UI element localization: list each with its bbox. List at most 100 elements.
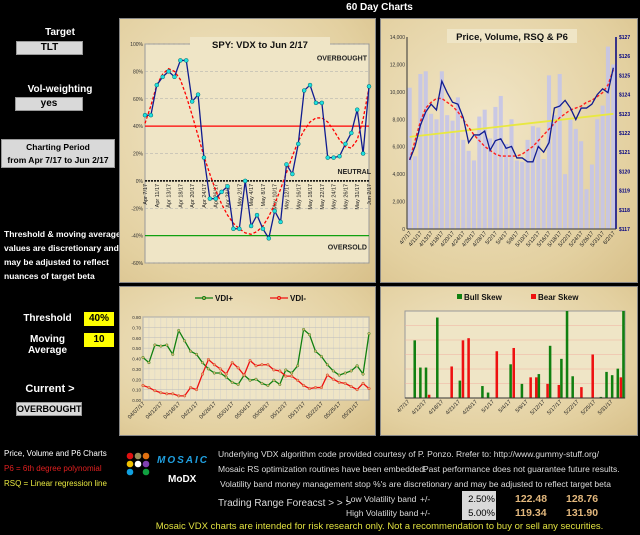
vdi-point [361,372,365,376]
vdx-point [284,162,289,167]
y2-tick-label: $117 [619,227,630,233]
vdi-point [296,378,300,382]
volume-bar [418,74,423,230]
legend-swatch [531,294,536,299]
vdi-chart: 0.800.700.600.500.400.300.200.100.0004/0… [127,294,371,421]
threshold-field[interactable]: 40% [84,312,114,326]
high-band-pct[interactable]: 5.00% [462,508,495,519]
x-tick-label: May 24/17 [332,184,338,210]
vdx-point [242,178,248,184]
vdi-point [224,372,228,376]
bear-skew-bar [461,340,465,398]
y-tick-label: 0.50 [132,346,141,351]
vdi-point [290,374,294,378]
vdi-point [278,382,282,386]
vdx-point [248,223,254,229]
y-tick-label: 0.70 [132,325,141,330]
vdi-point [200,361,204,365]
vdi-point [218,367,222,371]
y-tick-label: 100% [130,42,143,48]
target-field[interactable]: TLT [16,41,83,55]
vdi-point [195,388,199,392]
x-tick-label: May 8/17 [261,184,267,207]
bull-skew-bar [481,386,484,398]
bear-skew-bar [580,387,583,398]
vdx-point [189,99,195,104]
volume-bar [455,97,460,229]
current-label: Current > [25,383,75,395]
vdi-point [319,354,323,358]
vdi-point [290,371,294,375]
price-chart-panel: 14,000 12,000 10,000 8,000 6,000 4,000 2,000 0 $… [380,18,638,283]
vdx-point [207,196,213,201]
vdx-point [272,208,277,214]
y2-tick-label: $127 [619,35,630,41]
vol-weighting-field[interactable]: yes [15,97,83,111]
y2-tick-label: $119 [619,189,630,195]
bull-skew-bar [548,345,552,398]
vdx-point [278,219,283,225]
high-band-low: 119.34 [515,507,547,519]
y2-tick-label: $125 [619,73,630,79]
chart-title: SPY: VDX to Jun 2/17 [212,40,308,51]
bull-skew-bar [560,358,563,398]
bull-skew-bar [610,375,614,398]
vdi-point [153,343,157,347]
moving-average-field[interactable]: 10 [84,333,114,347]
threshold-note: Threshold & moving average values are di… [4,227,121,283]
y-tick-label: -60% [131,261,143,267]
vdx-point [354,107,360,112]
volume-bar [589,164,594,229]
x-tick-label: 05/31/17 [341,401,360,420]
vdi-point [272,378,276,382]
vdx-point [307,82,313,88]
vdi-point [313,349,317,353]
x-tick-label: 4/12/17 [411,399,428,416]
low-band-pct[interactable]: 2.50% [462,494,495,505]
vdi-point [337,373,341,377]
vdx-point [160,74,165,80]
vdi-point [272,368,276,372]
vdi-point [331,369,335,373]
bull-skew-bar [458,380,462,398]
vdi-point [349,385,353,389]
threshold-label: Threshold [23,313,72,324]
y-tick-label: -40% [131,234,143,240]
high-band-pm: +/- [420,508,431,518]
legend-p6: P6 = 6th degree polynomial [4,464,102,473]
vdi-point [147,361,151,365]
vdi-point [189,386,193,390]
bull-skew-bar [537,374,541,398]
volume-bar [536,127,541,229]
x-tick-label: 4/18/17 [428,399,445,416]
vdi-point [284,374,288,378]
vdx-point [266,236,272,241]
bull-skew-bar [413,340,416,398]
bear-skew-bar [450,366,453,398]
vdi-point [206,358,210,362]
y-tick-label: 0.30 [132,367,141,372]
trading-range-label: Trading Range Foreacst > > > [218,498,352,509]
x-tick-label: 05/12/17 [270,401,289,420]
legend-label: VDI- [290,294,306,303]
y2-tick-label: $118 [619,208,630,214]
vdx-point [178,58,183,63]
volume-bar [525,139,530,229]
vdi-point [296,364,300,368]
overbought-label: OVERBOUGHT [317,55,368,62]
vdi-point [260,363,264,367]
vdi-point [171,392,175,396]
bull-skew-bar [616,368,620,398]
volume-bar [579,141,584,229]
volume-bar [434,119,439,229]
note-line: values are discretionary and [4,243,119,253]
bull-skew-bar [419,367,422,398]
x-tick-label: 05/17/17 [288,401,307,420]
volume-bar [605,46,610,229]
vdi-point [218,371,222,375]
credit-line: Underlying VDX algorithm code provided c… [218,449,599,459]
vdi-point [230,361,234,365]
vdx-point [331,155,336,160]
bull-skew-bar [622,311,625,398]
vdi-point [189,349,193,353]
